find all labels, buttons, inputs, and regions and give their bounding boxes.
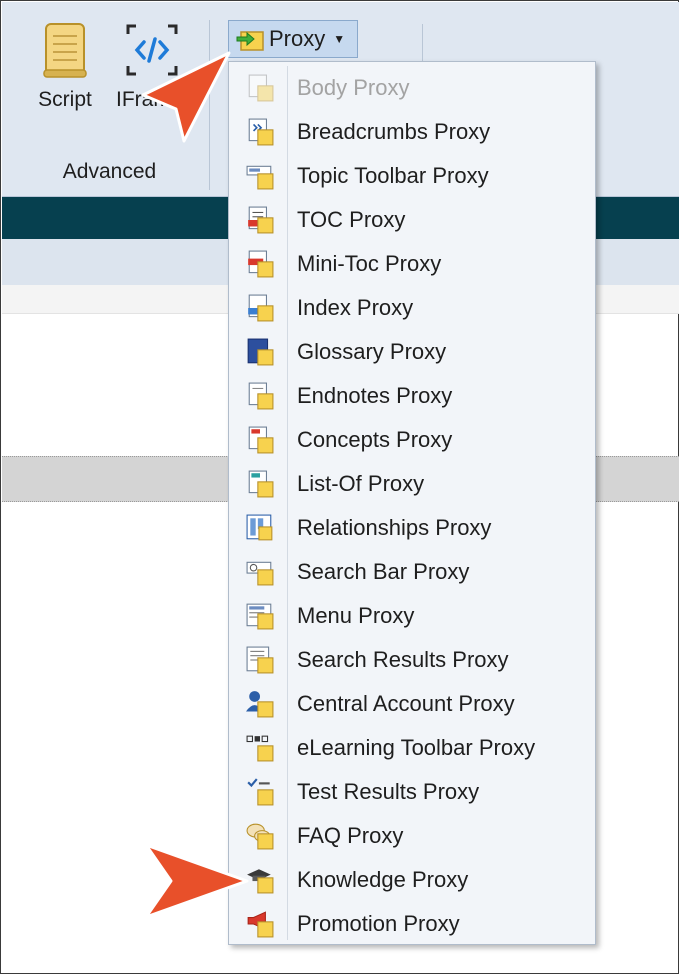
menu-item-index-proxy[interactable]: Index Proxy	[231, 286, 593, 330]
callout-arrow-bottom	[144, 843, 249, 919]
menu-item-elearning-toolbar-proxy[interactable]: eLearning Toolbar Proxy	[231, 726, 593, 770]
menu-item-label: Breadcrumbs Proxy	[297, 119, 491, 144]
script-button[interactable]: Script	[24, 20, 106, 112]
proxy-dropdown-button[interactable]: Proxy ▼	[228, 20, 358, 58]
concepts-proxy-icon	[231, 426, 289, 454]
proxy-dropdown-menu: Body Proxy Breadcrumbs Proxy Topic Toolbar…	[228, 61, 596, 945]
chevron-down-icon: ▼	[333, 32, 346, 46]
search-bar-proxy-icon	[231, 558, 289, 586]
menu-item-label: Search Bar Proxy	[297, 559, 470, 584]
topic-toolbar-proxy-icon	[231, 162, 289, 190]
menu-item-topic-toolbar-proxy[interactable]: Topic Toolbar Proxy	[231, 154, 593, 198]
script-icon	[43, 23, 87, 78]
group-separator	[422, 24, 423, 64]
menu-item-knowledge-proxy[interactable]: Knowledge Proxy	[231, 858, 593, 902]
menu-item-search-results-proxy[interactable]: Search Results Proxy	[231, 638, 593, 682]
central-account-proxy-icon	[231, 690, 289, 718]
index-proxy-icon	[231, 294, 289, 322]
menu-item-label: Concepts Proxy	[297, 427, 453, 452]
menu-item-label: Central Account Proxy	[297, 691, 515, 716]
menu-item-list-of-proxy[interactable]: List-Of Proxy	[231, 462, 593, 506]
list-of-proxy-icon	[231, 470, 289, 498]
proxy-label: Proxy	[269, 26, 326, 51]
test-results-proxy-icon	[231, 778, 289, 806]
menu-item-label: Topic Toolbar Proxy	[297, 163, 489, 188]
menu-item-breadcrumbs-proxy[interactable]: Breadcrumbs Proxy	[231, 110, 593, 154]
menu-item-label: Mini-Toc Proxy	[297, 251, 442, 276]
toc-proxy-icon	[231, 206, 289, 234]
search-results-proxy-icon	[231, 646, 289, 674]
menu-item-label: Search Results Proxy	[297, 647, 509, 672]
menu-item-label: FAQ Proxy	[297, 823, 404, 848]
relationships-proxy-icon	[231, 514, 289, 542]
menu-item-promotion-proxy[interactable]: Promotion Proxy	[231, 902, 593, 946]
menu-item-central-account-proxy[interactable]: Central Account Proxy	[231, 682, 593, 726]
menu-item-label: Index Proxy	[297, 295, 414, 320]
elearning-toolbar-proxy-icon	[231, 734, 289, 762]
menu-item-label: TOC Proxy	[297, 207, 406, 232]
application-window: Script IFrame Advanced Proxy ▼ Body Prox…	[0, 0, 679, 974]
menu-item-test-results-proxy[interactable]: Test Results Proxy	[231, 770, 593, 814]
menu-item-label: Glossary Proxy	[297, 339, 447, 364]
menu-item-toc-proxy[interactable]: TOC Proxy	[231, 198, 593, 242]
endnotes-proxy-icon	[231, 382, 289, 410]
menu-item-endnotes-proxy[interactable]: Endnotes Proxy	[231, 374, 593, 418]
menu-item-label: Endnotes Proxy	[297, 383, 453, 408]
menu-item-mini-toc-proxy[interactable]: Mini-Toc Proxy	[231, 242, 593, 286]
menu-item-label: eLearning Toolbar Proxy	[297, 735, 536, 760]
menu-item-glossary-proxy[interactable]: Glossary Proxy	[231, 330, 593, 374]
script-label: Script	[38, 88, 92, 111]
menu-item-search-bar-proxy[interactable]: Search Bar Proxy	[231, 550, 593, 594]
menu-item-faq-proxy[interactable]: FAQ Proxy	[231, 814, 593, 858]
menu-item-menu-proxy[interactable]: Menu Proxy	[231, 594, 593, 638]
callout-arrow-top	[141, 51, 231, 143]
menu-item-body-proxy: Body Proxy	[231, 66, 593, 110]
advanced-group-label: Advanced	[62, 160, 157, 183]
menu-item-label: Relationships Proxy	[297, 515, 492, 540]
menu-item-label: Knowledge Proxy	[297, 867, 469, 892]
glossary-proxy-icon	[231, 338, 289, 366]
menu-item-label: Body Proxy	[297, 75, 410, 100]
menu-item-relationships-proxy[interactable]: Relationships Proxy	[231, 506, 593, 550]
menu-item-label: Test Results Proxy	[297, 779, 480, 804]
menu-item-concepts-proxy[interactable]: Concepts Proxy	[231, 418, 593, 462]
menu-item-label: Promotion Proxy	[297, 911, 460, 936]
mini-toc-proxy-icon	[231, 250, 289, 278]
menu-proxy-icon	[231, 602, 289, 630]
menu-item-label: Menu Proxy	[297, 603, 415, 628]
menu-item-label: List-Of Proxy	[297, 471, 425, 496]
